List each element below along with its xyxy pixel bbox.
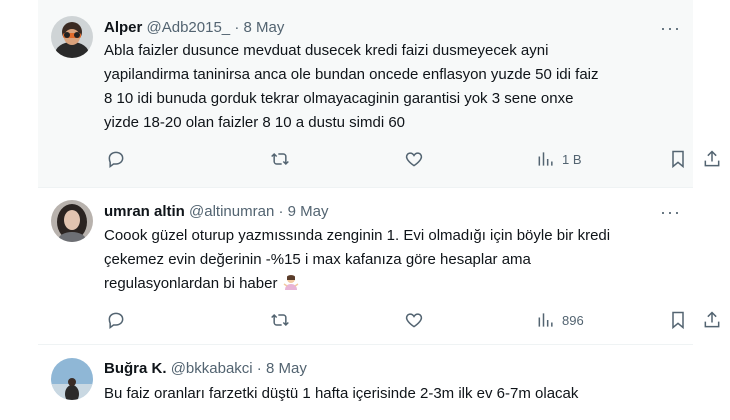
share-button[interactable] (702, 144, 722, 174)
views-button[interactable]: 1 B (536, 144, 582, 174)
tweet-text-line: Coook güzel oturup yazmıssında zenginin … (104, 227, 611, 244)
tweet[interactable]: umran altin @altinumran · 9 May ··· Cooo… (38, 187, 720, 344)
display-name[interactable]: umran altin (104, 203, 185, 220)
retweet-button[interactable] (270, 305, 290, 335)
user-handle[interactable]: @bkkabakci (171, 360, 253, 377)
tweet-actions: 1 B (98, 144, 720, 174)
tweet-header: Buğra K. @bkkabakci · 8 May (104, 359, 307, 379)
more-options-icon[interactable]: ··· (660, 18, 681, 38)
reply-button[interactable] (106, 144, 126, 174)
share-button[interactable] (702, 305, 722, 335)
display-name[interactable]: Buğra K. (104, 360, 167, 377)
tweet-header: Alper @Adb2015_ · 8 May (104, 18, 284, 38)
separator-dot: · (234, 19, 240, 36)
views-icon (538, 313, 553, 327)
tweet-date[interactable]: 9 May (288, 203, 329, 220)
separator-dot: · (278, 203, 284, 220)
tweet-text-line: regulasyonlardan bi haber (104, 275, 278, 292)
views-count: 896 (562, 312, 584, 328)
person-shrugging-emoji (283, 275, 299, 290)
tweet-feed: Alper @Adb2015_ · 8 May ··· Abla faizler… (38, 0, 720, 420)
tweet-text: Abla faizler dusunce mevduat dusecek kre… (104, 39, 684, 135)
reply-button[interactable] (106, 305, 126, 335)
views-icon (538, 152, 553, 166)
views-button[interactable]: 896 (536, 305, 584, 335)
tweet[interactable]: Alper @Adb2015_ · 8 May ··· Abla faizler… (38, 0, 720, 187)
tweet-text-line: 8 10 idi bunuda gorduk tekrar olmayacagi… (104, 90, 574, 107)
bookmark-button[interactable] (668, 305, 688, 335)
share-icon (704, 311, 720, 328)
avatar[interactable] (51, 358, 93, 400)
retweet-icon (271, 313, 289, 327)
user-handle[interactable]: @altinumran (189, 203, 274, 220)
bookmark-icon (672, 311, 684, 330)
tweet-text-line: Bu faiz oranları farzetki düştü 1 hafta … (104, 385, 579, 402)
like-button[interactable] (404, 144, 424, 174)
views-count: 1 B (562, 151, 582, 167)
tweet-text-line: Abla faizler dusunce mevduat dusecek kre… (104, 42, 549, 59)
retweet-icon (271, 152, 289, 166)
heart-icon (405, 313, 423, 328)
bookmark-button[interactable] (668, 144, 688, 174)
avatar[interactable] (51, 200, 93, 242)
avatar-image (51, 358, 93, 400)
avatar[interactable] (51, 16, 93, 58)
tweet-header: umran altin @altinumran · 9 May (104, 202, 329, 222)
tweet-text-line: yapilandirma taninirsa anca ole bundan o… (104, 66, 599, 83)
avatar-image (51, 200, 93, 242)
tweet-date[interactable]: 8 May (266, 360, 307, 377)
tweet-text-line: yizde 18-20 olan faizler 8 10 a dustu si… (104, 114, 406, 131)
like-button[interactable] (404, 305, 424, 335)
bookmark-icon (672, 150, 684, 169)
reply-icon (108, 312, 124, 329)
tweet[interactable]: Buğra K. @bkkabakci · 8 May Bu faiz oran… (38, 344, 693, 420)
display-name[interactable]: Alper (104, 19, 142, 36)
tweet-date[interactable]: 8 May (244, 19, 285, 36)
user-handle[interactable]: @Adb2015_ (147, 19, 231, 36)
retweet-button[interactable] (270, 144, 290, 174)
tweet-text: Coook güzel oturup yazmıssında zenginin … (104, 224, 684, 296)
separator-dot: · (256, 360, 262, 377)
reply-icon (108, 151, 124, 168)
tweet-text-line-with-emoji: regulasyonlardan bi haber (104, 272, 684, 296)
more-options-icon[interactable]: ··· (660, 202, 681, 222)
heart-icon (405, 152, 423, 167)
avatar-image (51, 16, 93, 58)
tweet-text-line: çekemez evin değerinin -%15 i max kafanı… (104, 251, 531, 268)
tweet-actions: 896 (98, 305, 720, 335)
share-icon (704, 150, 720, 167)
tweet-text: Bu faiz oranları farzetki düştü 1 hafta … (104, 382, 684, 406)
